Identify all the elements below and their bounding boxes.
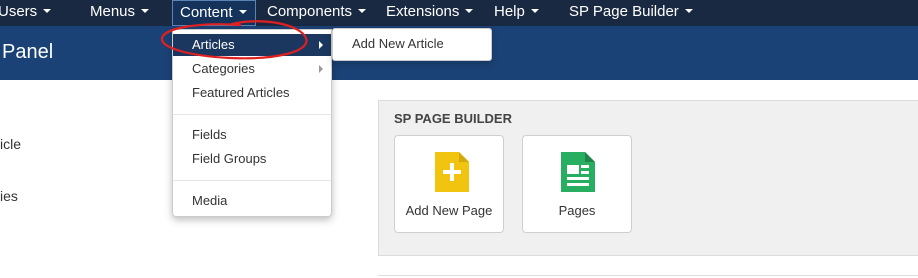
caret-down-icon xyxy=(238,10,247,15)
sp-page-builder-panel: SP PAGE BUILDER Add New Page Pages xyxy=(378,100,918,256)
nav-item-extensions[interactable]: Extensions xyxy=(386,0,474,26)
page-title: l Panel xyxy=(0,41,54,63)
caret-down-icon xyxy=(684,9,693,14)
nav-item-label: Help xyxy=(494,3,525,20)
pages-button[interactable]: Pages xyxy=(522,135,632,233)
nav-item-label: Extensions xyxy=(386,3,460,20)
menu-item-media[interactable]: Media xyxy=(173,190,331,212)
menu-item-label: Media xyxy=(192,193,228,208)
caret-down-icon xyxy=(43,9,52,14)
nav-item-label: SP Page Builder xyxy=(569,3,679,20)
chevron-right-icon xyxy=(319,65,323,73)
left-link-categories[interactable]: ies xyxy=(0,188,18,204)
add-document-icon xyxy=(435,152,469,192)
caret-down-icon xyxy=(465,9,474,14)
nav-item-components[interactable]: Components xyxy=(267,0,367,26)
menu-item-articles[interactable]: Articles xyxy=(173,34,331,56)
nav-item-menus[interactable]: Menus xyxy=(90,0,150,26)
nav-item-label: Users xyxy=(0,3,38,20)
panel-title: SP PAGE BUILDER xyxy=(394,111,512,126)
menu-divider xyxy=(173,180,331,181)
nav-item-users[interactable]: Users xyxy=(0,0,52,26)
caret-down-icon xyxy=(530,9,539,14)
nav-item-label: Components xyxy=(267,3,353,20)
menu-item-add-new-article[interactable]: Add New Article xyxy=(352,36,444,51)
menu-item-label: Field Groups xyxy=(192,151,267,166)
chevron-right-icon xyxy=(319,41,323,49)
menu-item-field-groups[interactable]: Field Groups xyxy=(173,148,331,170)
card-label: Pages xyxy=(558,203,596,218)
caret-down-icon xyxy=(141,9,150,14)
nav-item-sp-page-builder[interactable]: SP Page Builder xyxy=(569,0,693,26)
caret-down-icon xyxy=(358,9,367,14)
divider xyxy=(378,275,918,276)
nav-item-label: Menus xyxy=(90,3,136,20)
menu-item-fields[interactable]: Fields xyxy=(173,124,331,146)
card-label: Add New Page xyxy=(405,203,493,218)
menu-item-categories[interactable]: Categories xyxy=(173,58,331,80)
nav-item-content[interactable]: Content xyxy=(172,0,256,26)
nav-item-help[interactable]: Help xyxy=(494,0,539,26)
menu-item-label: Featured Articles xyxy=(192,85,290,100)
top-navbar: Users Menus Content Components Extension… xyxy=(0,0,918,26)
menu-item-label: Categories xyxy=(192,61,255,76)
articles-submenu: Add New Article xyxy=(332,28,492,61)
menu-item-label: Fields xyxy=(192,127,227,142)
pages-document-icon xyxy=(561,152,595,192)
nav-item-label: Content xyxy=(180,4,233,21)
content-dropdown-menu: Articles Categories Featured Articles Fi… xyxy=(172,29,332,217)
add-new-page-button[interactable]: Add New Page xyxy=(394,135,504,233)
menu-item-featured-articles[interactable]: Featured Articles xyxy=(173,82,331,104)
left-link-article[interactable]: icle xyxy=(0,136,21,152)
menu-item-label: Articles xyxy=(192,37,235,52)
menu-divider xyxy=(173,114,331,115)
